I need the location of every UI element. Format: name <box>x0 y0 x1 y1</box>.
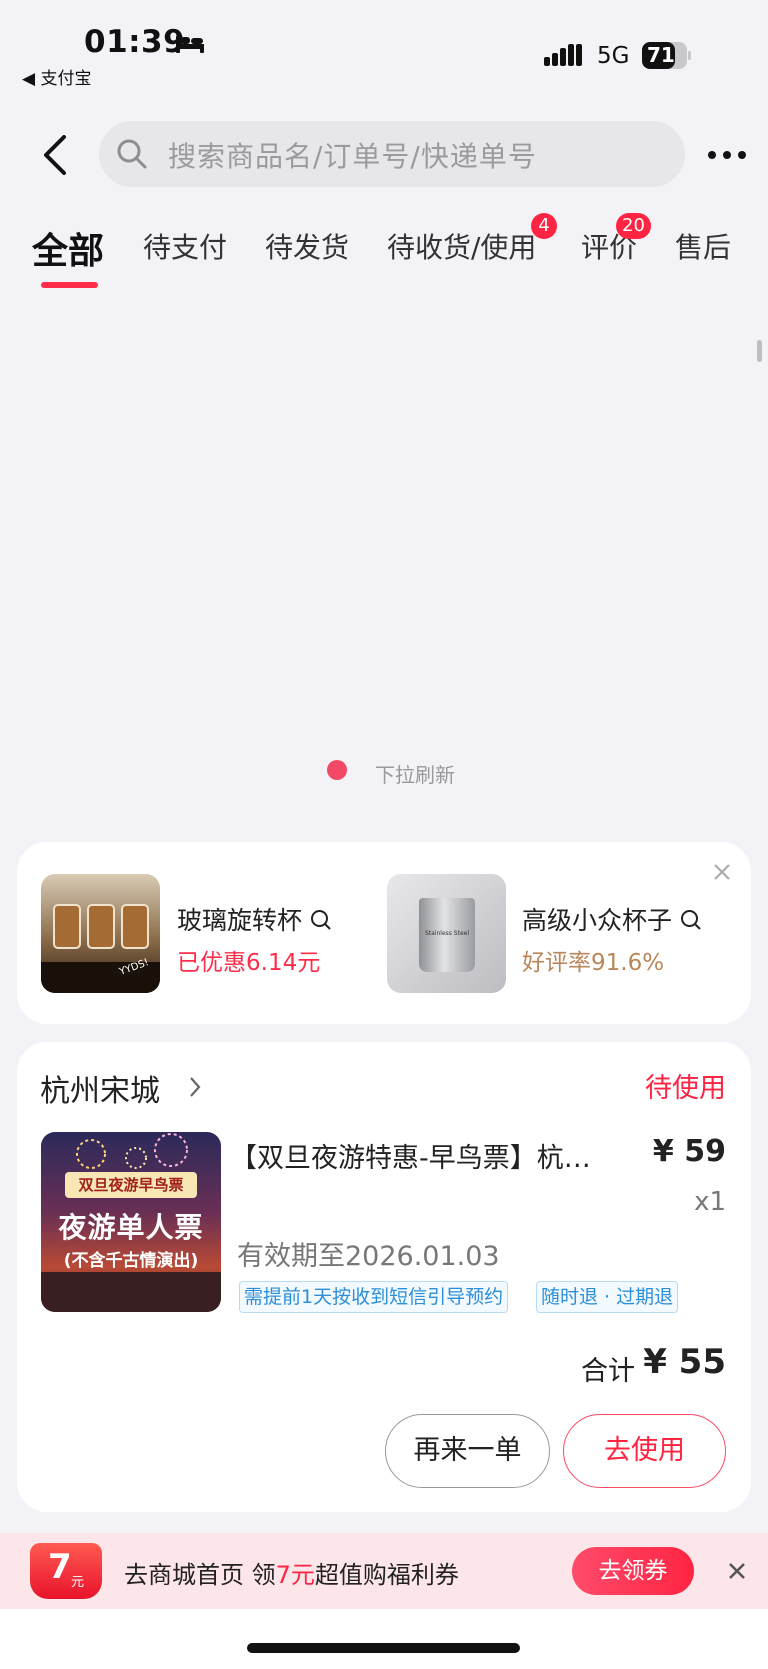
booking-tag: 需提前1天按收到短信引导预约 <box>239 1281 509 1313</box>
tab-after-sales[interactable]: 售后 <box>675 226 731 266</box>
coupon-banner-text: 去商城首页 领7元超值购福利券 <box>124 1555 459 1590</box>
rec-title-steel-cup-text: 高级小众杯子 <box>522 906 673 935</box>
search-icon <box>117 139 147 169</box>
product-image[interactable]: 双旦夜游早鸟票 夜游单人票 (不含千古情演出) <box>41 1132 221 1312</box>
sleep-focus-icon <box>176 36 204 53</box>
cellular-signal-icon <box>544 44 582 66</box>
use-button[interactable]: 去使用 <box>563 1414 726 1488</box>
close-banner-icon[interactable] <box>727 1561 747 1581</box>
more-options-icon[interactable] <box>707 150 747 160</box>
tab-pending-shipment[interactable]: 待发货 <box>265 226 349 266</box>
product-price: ¥ 59 <box>652 1134 726 1169</box>
reorder-button[interactable]: 再来一单 <box>385 1414 550 1488</box>
product-image-title: 夜游单人票 <box>58 1211 204 1244</box>
coupon-amount: 7 <box>48 1547 72 1587</box>
scrollbar[interactable] <box>757 340 762 362</box>
tab-all[interactable]: 全部 <box>32 222 104 274</box>
product-quantity: x1 <box>694 1187 726 1217</box>
order-status: 待使用 <box>645 1073 726 1104</box>
search-icon <box>310 910 331 930</box>
battery-indicator: 71 <box>642 42 692 69</box>
product-image-subtitle: (不含千古情演出) <box>63 1251 199 1271</box>
battery-level: 71 <box>647 43 675 67</box>
shop-name[interactable]: 杭州宋城 <box>40 1066 160 1110</box>
rec-title-glass-cup-text: 玻璃旋转杯 <box>177 906 303 935</box>
network-type: 5G <box>597 43 630 69</box>
search-icon <box>680 910 701 930</box>
bottom-safe-area <box>0 1609 768 1669</box>
claim-coupon-button[interactable]: 去领券 <box>572 1547 694 1595</box>
product-image-banner: 双旦夜游早鸟票 <box>65 1172 197 1198</box>
tab-pending-payment[interactable]: 待支付 <box>143 226 227 266</box>
coupon-text-prefix: 去商城首页 领 <box>124 1561 276 1589</box>
pull-refresh-text: 下拉刷新 <box>375 763 455 787</box>
back-arrow-icon[interactable] <box>38 133 72 177</box>
status-time: 01:39 <box>84 24 186 60</box>
rec-discount-text: 已优惠6.14元 <box>177 950 321 976</box>
tab-pending-receipt[interactable]: 待收货/使用 <box>387 226 536 266</box>
total-amount: ¥ 55 <box>643 1342 726 1382</box>
coupon-icon: 7 元 <box>30 1543 102 1599</box>
steel-cup-image-text: Stainless Steel <box>424 930 470 937</box>
home-indicator[interactable] <box>247 1643 520 1653</box>
product-title[interactable]: 【双旦夜游特惠-早鸟票】杭… <box>230 1136 591 1175</box>
active-tab-indicator <box>41 282 98 288</box>
rec-title-steel-cup[interactable]: 高级小众杯子 <box>522 901 702 937</box>
coupon-text-suffix: 超值购福利券 <box>314 1561 459 1589</box>
refresh-spinner-icon <box>327 760 347 780</box>
validity-date: 有效期至2026.01.03 <box>237 1241 500 1272</box>
glass-cup-image[interactable]: YYDS! <box>41 874 160 993</box>
coupon-unit: 元 <box>71 1575 85 1590</box>
pending-receipt-badge: 4 <box>531 213 557 239</box>
rec-title-glass-cup[interactable]: 玻璃旋转杯 <box>177 901 332 937</box>
rec-rating-text: 好评率91.6% <box>522 950 665 976</box>
close-recommendation-icon[interactable] <box>712 862 732 882</box>
coupon-text-highlight: 7元 <box>275 1561 315 1589</box>
review-badge: 20 <box>616 213 651 239</box>
total-label: 合计 <box>581 1356 635 1387</box>
search-placeholder: 搜索商品名/订单号/快递单号 <box>168 140 537 173</box>
steel-cup-image[interactable]: Stainless Steel <box>387 874 506 993</box>
back-to-app-link[interactable]: ◀ 支付宝 <box>22 64 91 89</box>
refund-tag: 随时退 · 过期退 <box>536 1281 679 1313</box>
chevron-right-icon[interactable] <box>188 1075 202 1099</box>
